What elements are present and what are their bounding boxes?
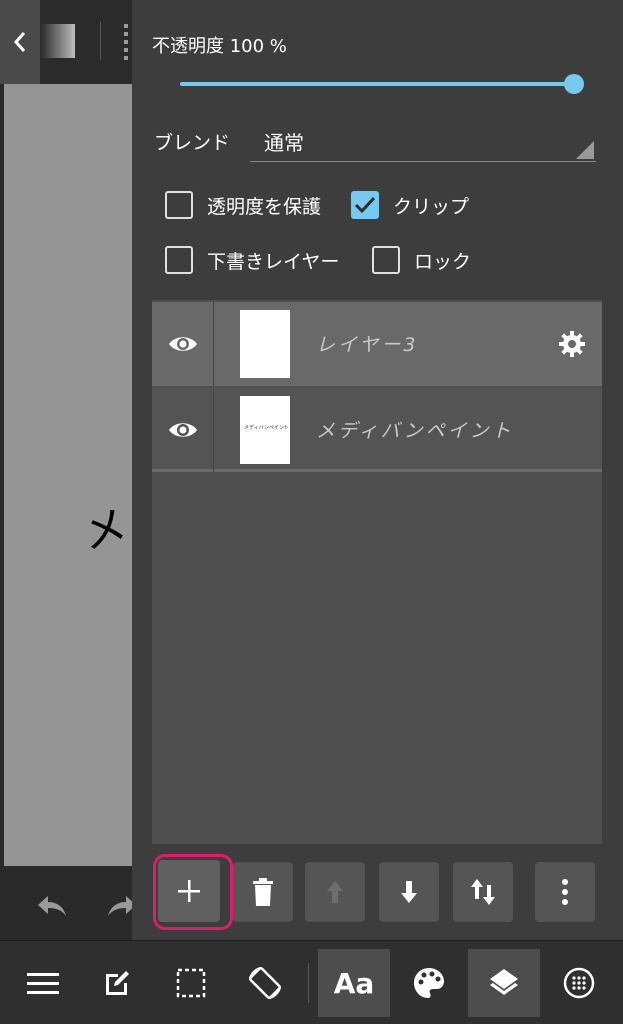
mini-toolbar <box>0 0 132 84</box>
layers-button[interactable] <box>468 949 540 1017</box>
canvas-glyph: メ <box>78 500 132 560</box>
more-dots-icon[interactable] <box>124 24 132 60</box>
layer-thumbnail: メディバンペイント <box>240 396 290 464</box>
edit-button[interactable] <box>84 941 150 1024</box>
checkbox-box[interactable] <box>372 246 400 274</box>
selection-button[interactable] <box>158 941 224 1024</box>
add-icon <box>178 880 200 902</box>
thumbnail-text: メディバンペイント <box>244 425 289 431</box>
clip-checkbox[interactable]: クリップ <box>351 189 469 221</box>
more-options-button[interactable] <box>535 862 595 922</box>
checkbox-box[interactable] <box>165 191 193 219</box>
arrow-up-icon <box>327 881 343 903</box>
selection-icon <box>176 968 206 998</box>
undo-icon <box>38 896 66 916</box>
trash-icon <box>253 878 273 906</box>
rotate-button[interactable] <box>232 941 298 1024</box>
gradient-swatch[interactable] <box>41 24 75 58</box>
layer-name: メディバンペイント <box>316 420 514 442</box>
swap-layers-button[interactable] <box>453 862 513 922</box>
text-icon: Aa <box>333 966 375 1000</box>
draft-layer-checkbox[interactable]: 下書きレイヤー <box>165 244 339 276</box>
edit-icon <box>106 971 129 995</box>
slider-thumb[interactable] <box>564 74 584 94</box>
checkbox-label: ロック <box>414 250 472 273</box>
add-layer-button[interactable] <box>158 860 220 922</box>
chevron-left-icon <box>13 32 26 52</box>
layer-thumbnail <box>240 310 290 378</box>
opacity-slider[interactable] <box>180 73 584 95</box>
checkbox-label: 下書きレイヤー <box>207 250 340 273</box>
back-button[interactable] <box>0 0 40 84</box>
text-tool-button[interactable]: Aa <box>318 949 390 1017</box>
redo-button[interactable] <box>104 888 132 924</box>
eye-icon <box>168 337 197 351</box>
menu-icon <box>27 973 59 994</box>
toolbar-divider <box>308 963 309 1003</box>
divider <box>100 22 101 60</box>
blend-label: ブレンド <box>154 132 231 154</box>
move-layer-up-button[interactable] <box>305 862 365 922</box>
checkmark-icon <box>354 196 376 214</box>
blend-mode-select[interactable]: 通常 <box>250 120 596 162</box>
checkbox-box-checked[interactable] <box>351 191 379 219</box>
grid-button[interactable] <box>546 941 612 1024</box>
rotate-icon <box>249 967 281 999</box>
redo-icon <box>108 896 132 916</box>
slider-track <box>180 82 570 86</box>
layer-row-selected[interactable]: レイヤー3 <box>152 302 602 386</box>
visibility-toggle[interactable] <box>152 388 214 472</box>
layer-row[interactable]: メディバンペイント メディバンペイント <box>152 388 602 472</box>
dropdown-arrow-icon <box>576 141 594 159</box>
palette-icon <box>414 968 444 998</box>
undo-button[interactable] <box>34 888 70 924</box>
grid-icon <box>563 967 595 999</box>
swap-icon <box>471 879 495 905</box>
checkbox-label: 透明度を保護 <box>207 195 322 218</box>
layer-settings-button[interactable] <box>558 330 586 358</box>
opacity-label: 不透明度 100 % <box>152 36 287 57</box>
move-layer-down-button[interactable] <box>379 862 439 922</box>
more-vertical-icon <box>562 879 568 905</box>
visibility-toggle[interactable] <box>152 302 214 386</box>
layer-list[interactable]: レイヤー3 メディバンペイント メディバンペイント <box>152 300 602 844</box>
blend-mode-value: 通常 <box>264 131 304 155</box>
delete-layer-button[interactable] <box>233 862 293 922</box>
protect-alpha-checkbox[interactable]: 透明度を保護 <box>165 189 321 221</box>
layer-name: レイヤー3 <box>316 334 419 356</box>
palette-button[interactable] <box>396 941 462 1024</box>
eye-icon <box>168 423 197 437</box>
lock-checkbox[interactable]: ロック <box>372 244 471 276</box>
menu-button[interactable] <box>10 941 76 1024</box>
gear-icon <box>559 331 585 357</box>
arrow-down-icon <box>401 881 417 903</box>
layers-icon <box>490 969 518 995</box>
drawing-canvas[interactable]: メ <box>4 84 132 866</box>
checkbox-box[interactable] <box>165 246 193 274</box>
bottom-toolbar: Aa <box>0 940 623 1024</box>
checkbox-label: クリップ <box>393 195 470 218</box>
